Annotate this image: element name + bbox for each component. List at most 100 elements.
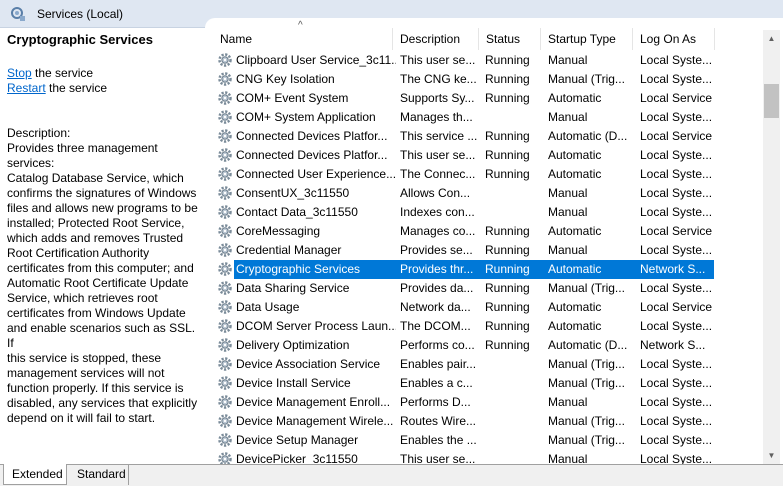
description-line: confirms the signatures of Windows — [7, 186, 197, 200]
service-status: Running — [485, 300, 530, 314]
table-row[interactable]: ConsentUX_3c11550 Allows Con... Manual Loca… — [205, 184, 765, 203]
services-gear-icon — [11, 7, 25, 21]
service-name: CoreMessaging — [236, 224, 321, 238]
table-row[interactable]: Connected Devices Platfor... This user se… — [205, 146, 765, 165]
service-name: Data Usage — [236, 300, 300, 314]
table-row[interactable]: Contact Data_3c11550 Indexes con... Manual… — [205, 203, 765, 222]
service-status: Running — [485, 262, 530, 276]
column-header-status[interactable]: Status — [479, 28, 541, 50]
service-description-cell: The DCOM... — [400, 319, 471, 333]
service-description-cell: Network da... — [400, 300, 471, 314]
service-status: Running — [485, 243, 530, 257]
description-line: Root Certification Authority — [7, 246, 150, 260]
vertical-scrollbar[interactable]: ▲ ▼ — [763, 30, 780, 464]
service-status: Running — [485, 319, 530, 333]
service-status — [485, 203, 545, 222]
service-description-cell: Enables a c... — [400, 376, 473, 390]
service-status — [485, 431, 545, 450]
description-line: Provides three management services: — [7, 141, 158, 170]
service-name: Device Management Enroll... — [236, 395, 391, 409]
description-line: Catalog Database Service, which — [7, 171, 184, 185]
service-log-on-as: Local Syste... — [640, 433, 713, 447]
restart-link[interactable]: Restart — [7, 81, 46, 95]
stop-link[interactable]: Stop — [7, 66, 32, 80]
service-gear-icon — [217, 261, 233, 277]
service-log-on-as: Local Syste... — [640, 72, 713, 86]
column-header: ^ Name Description Status Startup Type L… — [205, 20, 765, 50]
service-description: Provides three management services: Catal… — [7, 141, 205, 426]
service-name: CNG Key Isolation — [236, 72, 335, 86]
service-log-on-as: Local Service — [640, 91, 713, 105]
description-line: function properly. If this service is — [7, 381, 184, 395]
table-row[interactable]: CNG Key Isolation The CNG ke... Running Man… — [205, 70, 765, 89]
scroll-down-arrow-icon[interactable]: ▼ — [763, 447, 780, 464]
service-gear-icon — [217, 432, 233, 448]
table-row[interactable]: Connected Devices Platfor... This service… — [205, 127, 765, 146]
service-gear-icon — [217, 204, 233, 220]
service-status — [485, 374, 545, 393]
column-header-name[interactable]: Name — [213, 28, 393, 50]
service-name: Connected User Experience... — [236, 167, 396, 181]
column-header-description[interactable]: Description — [393, 28, 479, 50]
table-row[interactable]: Delivery Optimization Performs co... Runni… — [205, 336, 765, 355]
service-name: Contact Data_3c11550 — [236, 205, 358, 219]
service-description-cell: Enables the ... — [400, 433, 477, 447]
table-row[interactable]: Clipboard User Service_3c11... This user … — [205, 51, 765, 70]
service-startup-type: Automatic — [548, 167, 602, 181]
service-log-on-as: Network S... — [640, 262, 706, 276]
service-gear-icon — [217, 280, 233, 296]
tab-extended[interactable]: Extended — [3, 464, 67, 485]
service-status: Running — [485, 338, 530, 352]
scrollbar-thumb[interactable] — [764, 84, 779, 118]
table-row[interactable]: Data Usage Network da... Running Automatic L… — [205, 298, 765, 317]
stop-action: Stop the service — [7, 66, 93, 80]
service-startup-type: Manual — [548, 53, 588, 67]
service-name: Device Association Service — [236, 357, 381, 371]
service-gear-icon — [217, 318, 233, 334]
table-row[interactable]: Device Setup Manager Enables the ... Manua… — [205, 431, 765, 450]
service-status: Running — [485, 167, 530, 181]
service-description-cell: Provides se... — [400, 243, 473, 257]
service-startup-type: Manual (Trig... — [548, 281, 625, 295]
description-label: Description: — [7, 126, 71, 140]
service-log-on-as: Local Syste... — [640, 414, 713, 428]
table-row[interactable]: Credential Manager Provides se... Running M… — [205, 241, 765, 260]
service-description-cell: Allows Con... — [400, 186, 471, 200]
table-row[interactable]: Data Sharing Service Provides da... Runnin… — [205, 279, 765, 298]
service-name: Data Sharing Service — [236, 281, 350, 295]
table-row[interactable]: CoreMessaging Manages co... Running Automat… — [205, 222, 765, 241]
table-row[interactable]: DevicePicker_3c11550 This user se... Manua… — [205, 450, 765, 464]
column-header-startup-type[interactable]: Startup Type — [541, 28, 633, 50]
service-log-on-as: Local Syste... — [640, 281, 713, 295]
table-row[interactable]: COM+ System Application Manages th... Manu… — [205, 108, 765, 127]
table-row[interactable]: Device Install Service Enables a c... Manu… — [205, 374, 765, 393]
service-description-cell: Provides thr... — [400, 262, 474, 276]
table-row[interactable]: Device Management Enroll... Performs D...… — [205, 393, 765, 412]
scroll-up-arrow-icon[interactable]: ▲ — [763, 30, 780, 47]
service-name: Device Setup Manager — [236, 433, 359, 447]
description-line: and enable scenarios such as SSL. If — [7, 321, 196, 350]
column-header-log-on-as[interactable]: Log On As — [633, 28, 715, 50]
service-startup-type: Manual — [548, 205, 588, 219]
table-row[interactable]: Device Association Service Enables pair..… — [205, 355, 765, 374]
description-line: certificates from Windows Update — [7, 306, 186, 320]
service-log-on-as: Local Syste... — [640, 53, 713, 67]
service-gear-icon — [217, 147, 233, 163]
table-row[interactable]: Cryptographic Services Provides thr... Run… — [205, 260, 765, 279]
service-status: Running — [485, 129, 530, 143]
service-description-cell: Performs D... — [400, 395, 471, 409]
table-row[interactable]: Connected User Experience... The Connec..… — [205, 165, 765, 184]
service-startup-type: Automatic — [548, 262, 602, 276]
service-gear-icon — [217, 242, 233, 258]
service-gear-icon — [217, 185, 233, 201]
tab-standard[interactable]: Standard — [69, 464, 129, 485]
service-name: DevicePicker_3c11550 — [236, 452, 358, 464]
table-row[interactable]: Device Management Wirele... Routes Wire..… — [205, 412, 765, 431]
table-row[interactable]: COM+ Event System Supports Sy... Running Au… — [205, 89, 765, 108]
table-row[interactable]: DCOM Server Process Laun... The DCOM... Ru… — [205, 317, 765, 336]
service-name: ConsentUX_3c11550 — [236, 186, 350, 200]
service-title: Cryptographic Services — [7, 32, 153, 47]
service-name: COM+ Event System — [236, 91, 349, 105]
service-name: DCOM Server Process Laun... — [236, 319, 396, 333]
description-line: installed; Protected Root Service, — [7, 216, 185, 230]
